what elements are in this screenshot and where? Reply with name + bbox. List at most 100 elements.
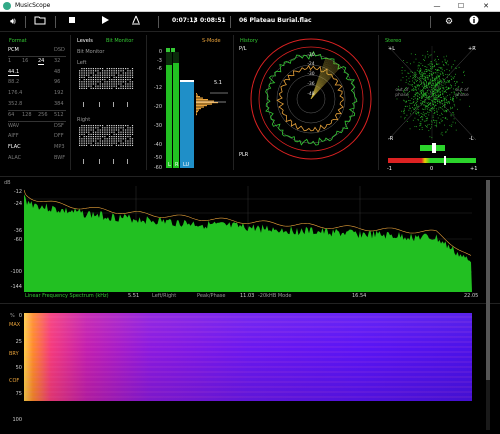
- bit-cell: [129, 83, 131, 85]
- s-mode-label[interactable]: S-Mode: [202, 38, 221, 44]
- gonio-point: [427, 90, 428, 92]
- mode-20khb[interactable]: -20kHB Mode: [258, 293, 291, 299]
- loudness-marker: [180, 80, 194, 82]
- gonio-point: [419, 122, 421, 124]
- minimize-button[interactable]: —: [428, 0, 446, 12]
- gonio-point: [444, 106, 445, 108]
- gonio-point: [446, 63, 448, 65]
- bit-cell: [129, 72, 131, 74]
- bit-cell: [125, 76, 127, 78]
- close-button[interactable]: ✕: [477, 0, 495, 12]
- bit-cell: [108, 140, 111, 142]
- gonio-point: [402, 77, 404, 78]
- bit-cell: [92, 87, 94, 89]
- frequency-spectrum: [24, 186, 472, 292]
- gonio-point: [442, 93, 443, 95]
- bit-cell: [97, 138, 99, 140]
- mode-peak-phase[interactable]: Peak/Phase: [197, 293, 226, 299]
- bit-monitor-tab[interactable]: Bit Monitor: [106, 38, 133, 44]
- info-icon[interactable]: [466, 15, 482, 29]
- gonio-point: [446, 68, 448, 70]
- gonio-point: [425, 113, 427, 115]
- volume-icon[interactable]: 🔊︎: [5, 15, 21, 29]
- gonio-point: [442, 71, 444, 73]
- bit-cell: [129, 133, 131, 135]
- gonio-point: [437, 81, 439, 83]
- gonio-point: [440, 107, 442, 109]
- gonio-point: [404, 70, 406, 72]
- gonio-point: [416, 81, 417, 82]
- gonio-point: [438, 90, 440, 92]
- spectrum-y-tick: -12: [13, 189, 22, 195]
- gonio-point: [422, 111, 424, 113]
- time-separator: /: [194, 17, 197, 24]
- bit-cell: [88, 68, 90, 70]
- bit-cell: [115, 83, 117, 85]
- gonio-point: [437, 72, 439, 74]
- bit-cell: [95, 87, 97, 89]
- loudness-meter-bar: [180, 82, 194, 168]
- gonio-point: [431, 75, 433, 77]
- meter-tick: -20: [153, 104, 162, 110]
- meter-tick: -40: [153, 142, 162, 148]
- maximize-button[interactable]: ☐: [452, 0, 470, 12]
- bit-cell: [90, 136, 92, 138]
- mode-left-right[interactable]: Left/Right: [152, 293, 176, 299]
- bit-cell: [79, 81, 81, 83]
- bit-cell: [92, 70, 94, 72]
- gonio-point: [433, 101, 435, 103]
- format-option: 96: [54, 79, 61, 86]
- gonio-point: [430, 109, 432, 111]
- bit-cell: [115, 127, 117, 129]
- gonio-point: [400, 116, 402, 118]
- gonio-point: [424, 109, 426, 111]
- settings-gear-icon[interactable]: ⚙: [441, 15, 457, 29]
- gonio-point: [422, 97, 424, 99]
- gonio-point: [435, 72, 437, 74]
- gonio-point: [432, 82, 434, 84]
- gonio-point: [430, 96, 432, 98]
- gonio-point: [431, 93, 433, 95]
- gonio-point: [431, 85, 433, 87]
- bit-cell: [99, 76, 101, 78]
- bit-cell: [99, 136, 101, 138]
- gonio-point: [426, 97, 428, 99]
- bit-cell: [113, 74, 115, 76]
- scrollbar-thumb[interactable]: [486, 180, 490, 380]
- bit-cell: [83, 85, 85, 87]
- gonio-point: [459, 99, 461, 101]
- gonio-point: [428, 130, 430, 132]
- gonio-point: [434, 86, 436, 88]
- gonio-point: [409, 84, 411, 86]
- gonio-point: [425, 80, 427, 82]
- bit-cell: [118, 125, 120, 127]
- format-option: MP3: [54, 144, 65, 151]
- stop-button[interactable]: [64, 15, 80, 29]
- gonio-point: [432, 102, 434, 104]
- play-button[interactable]: [97, 15, 113, 29]
- bit-cell: [92, 136, 94, 138]
- bit-cell: [97, 87, 99, 89]
- format-option: 128: [22, 111, 32, 118]
- bit-cell: [88, 131, 90, 133]
- bit-cell: [99, 74, 101, 76]
- open-folder-icon[interactable]: [32, 15, 48, 29]
- gonio-point: [446, 55, 447, 57]
- gonio-point: [452, 99, 454, 101]
- gonio-point: [432, 99, 434, 101]
- meter-tick: -30: [153, 123, 162, 129]
- gonio-point: [423, 73, 425, 75]
- analyze-icon[interactable]: [128, 15, 144, 29]
- bit-cell: [118, 70, 120, 72]
- gonio-point: [442, 87, 444, 89]
- bit-cell: [125, 136, 127, 138]
- bit-cell: [106, 85, 108, 87]
- gonio-point: [434, 60, 436, 61]
- bit-cell: [113, 142, 115, 144]
- bit-cell: [83, 127, 85, 129]
- gonio-point: [442, 75, 444, 76]
- bit-cell: [104, 81, 106, 83]
- gonio-point: [407, 72, 409, 74]
- gonio-point: [427, 108, 428, 110]
- gonio-point: [448, 80, 450, 82]
